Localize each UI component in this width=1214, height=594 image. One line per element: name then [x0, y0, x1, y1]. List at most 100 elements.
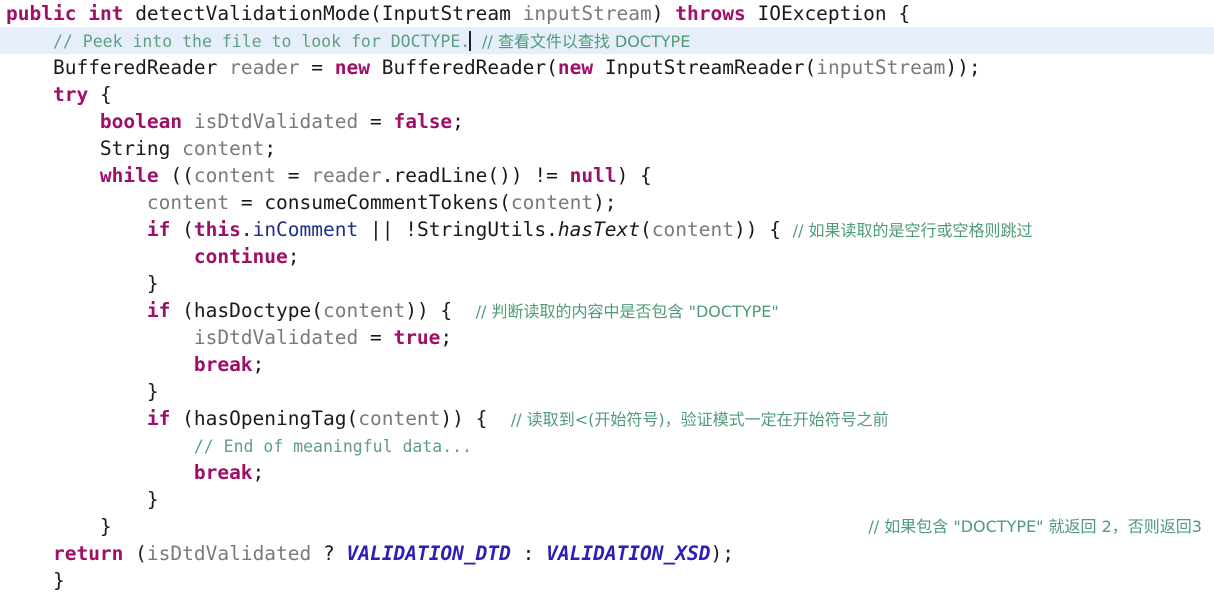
code-type: BufferedReader: [52, 56, 218, 79]
code-punctuation: ;: [287, 245, 300, 268]
code-line[interactable]: }: [0, 378, 1214, 405]
code-keyword: int: [88, 2, 124, 25]
code-constant: VALIDATION_XSD: [546, 542, 711, 565]
code-punctuation: {: [886, 2, 911, 25]
code-punctuation: (: [370, 2, 382, 25]
code-punctuation: =: [276, 164, 312, 187]
code-type: InputStream: [381, 2, 511, 25]
code-comment: // 判断读取的内容中是否包含 "DOCTYPE": [475, 302, 779, 321]
code-punctuation: [511, 2, 523, 25]
code-identifier: reader: [229, 56, 300, 79]
code-line[interactable]: // Peek into the file to look for DOCTYP…: [0, 27, 1214, 54]
code-method: readLine: [393, 164, 488, 187]
code-punctuation: [746, 2, 758, 25]
code-punctuation: || !: [358, 218, 417, 241]
code-editor-viewport[interactable]: public int detectValidationMode(InputStr…: [0, 0, 1214, 592]
code-line[interactable]: boolean isDtdValidated = false;: [0, 108, 1214, 135]
code-punctuation: ;: [264, 137, 277, 160]
code-line[interactable]: break;: [0, 351, 1214, 378]
code-line[interactable]: isDtdValidated = true;: [0, 324, 1214, 351]
code-type: InputStreamReader: [604, 56, 805, 79]
code-punctuation: ?: [311, 542, 347, 565]
code-line[interactable]: if (hasOpeningTag(content)) { // 读取到<(开始…: [0, 405, 1214, 432]
code-identifier: content: [193, 164, 277, 187]
code-keyword: throws: [675, 2, 746, 25]
code-identifier: isDtdValidated: [146, 542, 312, 565]
code-punctuation: .: [240, 218, 253, 241]
code-punctuation: (: [499, 191, 511, 214]
code-keyword: return: [52, 542, 124, 565]
code-line[interactable]: if (hasDoctype(content)) { // 判断读取的内容中是否…: [0, 297, 1214, 324]
code-line[interactable]: String content;: [0, 135, 1214, 162]
code-comment: // 查看文件以查找 DOCTYPE: [481, 32, 691, 51]
code-keyword: break: [193, 353, 253, 376]
code-line[interactable]: }: [0, 270, 1214, 297]
code-punctuation: =: [358, 326, 394, 349]
code-identifier: content: [182, 137, 265, 160]
code-punctuation: }: [99, 515, 112, 538]
code-line[interactable]: // End of meaningful data...: [0, 432, 1214, 459]
code-punctuation: [370, 56, 382, 79]
code-line[interactable]: public int detectValidationMode(InputStr…: [0, 0, 1214, 27]
code-keyword: public: [6, 2, 77, 25]
code-identifier: content: [358, 407, 441, 430]
code-line[interactable]: }: [0, 567, 1214, 594]
code-keyword: this: [193, 218, 241, 241]
code-punctuation: }: [146, 272, 159, 295]
code-line[interactable]: return (isDtdValidated ? VALIDATION_DTD …: [0, 540, 1214, 567]
code-punctuation: (: [170, 218, 194, 241]
code-comment: // 读取到<(开始符号)，验证模式一定在开始符号之前: [510, 410, 889, 429]
code-line[interactable]: content = consumeCommentTokens(content);: [0, 189, 1214, 216]
code-comment: // End of meaningful data...: [193, 437, 472, 456]
code-punctuation: .: [381, 164, 394, 187]
code-punctuation: =: [229, 191, 265, 214]
code-type: String: [99, 137, 171, 160]
code-punctuation: =: [299, 56, 335, 79]
code-method: hasOpeningTag: [193, 407, 347, 430]
code-punctuation: (: [346, 407, 359, 430]
code-lines-container[interactable]: public int detectValidationMode(InputStr…: [0, 0, 1214, 594]
code-line[interactable]: while ((content = reader.readLine()) != …: [0, 162, 1214, 189]
code-keyword: if: [146, 218, 171, 241]
code-method: hasDoctype: [193, 299, 312, 322]
code-punctuation: ;: [452, 110, 464, 133]
code-line[interactable]: } // 如果包含 "DOCTYPE" 就返回 2，否则返回3: [0, 513, 1214, 540]
code-identifier: content: [651, 218, 734, 241]
code-punctuation: }: [52, 569, 65, 592]
code-punctuation: (: [640, 218, 652, 241]
code-punctuation: }: [146, 488, 159, 511]
code-punctuation: )) {: [440, 407, 511, 430]
code-punctuation: [182, 110, 194, 133]
code-type: IOException: [757, 2, 887, 25]
code-line[interactable]: continue;: [0, 243, 1214, 270]
code-punctuation: ;: [252, 353, 265, 376]
code-punctuation: [593, 56, 605, 79]
code-punctuation: );: [710, 542, 734, 565]
code-line[interactable]: }: [0, 486, 1214, 513]
code-keyword: new: [334, 56, 371, 79]
code-line[interactable]: break;: [0, 459, 1214, 486]
code-punctuation: ): [651, 2, 664, 25]
code-identifier: isDtdValidated: [193, 326, 359, 349]
code-keyword: true: [393, 326, 441, 349]
code-line[interactable]: if (this.inComment || !StringUtils.hasTe…: [0, 216, 1214, 243]
code-method: consumeCommentTokens: [264, 191, 500, 214]
code-punctuation: (: [546, 56, 558, 79]
code-comment: // Peek into the file to look for DOCTYP…: [52, 32, 471, 51]
code-identifier: content: [323, 299, 406, 322]
code-punctuation: [217, 56, 229, 79]
code-line[interactable]: try {: [0, 81, 1214, 108]
code-punctuation: (: [123, 542, 147, 565]
code-identifier: inputStream: [522, 2, 652, 25]
code-line[interactable]: BufferedReader reader = new BufferedRead…: [0, 54, 1214, 81]
code-punctuation: (: [170, 407, 194, 430]
